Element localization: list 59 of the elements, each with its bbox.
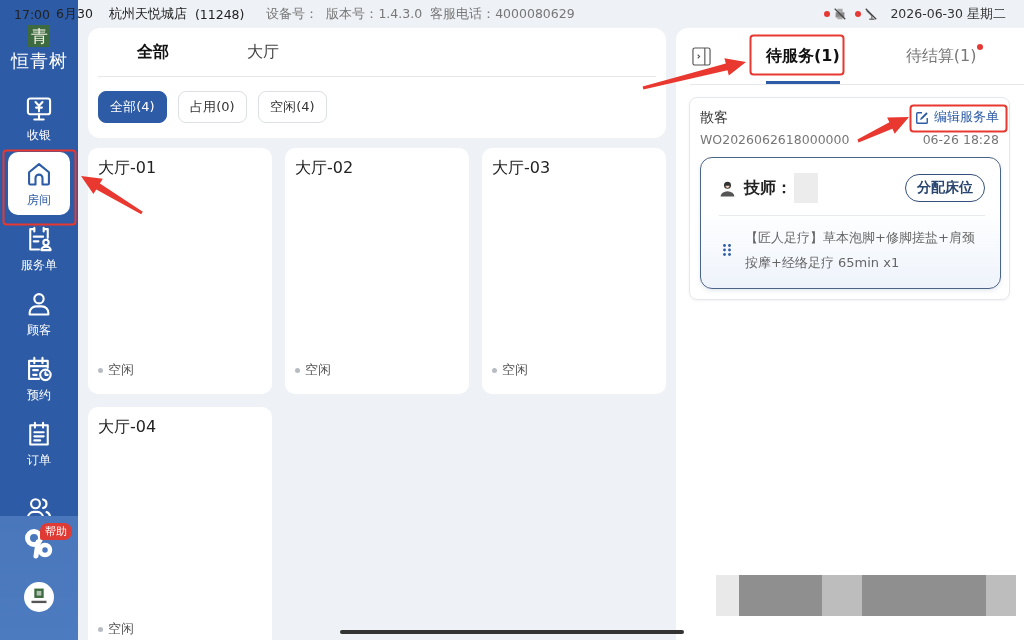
filter-chip[interactable]: 空闲(4): [258, 91, 327, 123]
technician-label: 技师：: [744, 177, 792, 199]
filter-chip[interactable]: 占用(0): [178, 91, 247, 123]
crossed-printer-icon: [833, 7, 848, 21]
nav-item[interactable]: 顾客: [8, 282, 70, 345]
store-name: 杭州天悦城店: [108, 5, 187, 23]
nav-item[interactable]: 预约: [8, 347, 70, 410]
area-tab[interactable]: 全部: [98, 28, 208, 76]
status-datetime: 2026-06-30 星期二: [890, 5, 1006, 23]
device-label: 设备号：: [266, 5, 319, 23]
nav-item[interactable]: 服务单: [8, 217, 70, 280]
status-time: 17:00: [14, 6, 51, 22]
calendar-clock-icon: [25, 355, 53, 383]
room-card[interactable]: 大厅-02 空闲: [285, 148, 469, 394]
room-name: 大厅-04: [98, 417, 157, 437]
nav-item[interactable]: 订单: [8, 412, 70, 475]
brand-logo: 青: [28, 25, 50, 47]
brand-name: 恒青树: [10, 50, 68, 72]
order-time: 06-26 18:28: [922, 132, 999, 147]
edit-order-button[interactable]: 编辑服务单: [915, 106, 999, 129]
drag-handle-icon[interactable]: [723, 244, 731, 256]
room-card[interactable]: 大厅-04 空闲: [88, 407, 272, 640]
avatar-logo-icon[interactable]: [24, 582, 54, 612]
area-tab[interactable]: 大厅: [208, 28, 318, 76]
room-name: 大厅-01: [98, 158, 157, 178]
pointer-arrow: [857, 117, 909, 143]
technician-icon: [719, 179, 736, 197]
order-card[interactable]: 散客 编辑服务单 WO2026062618000000 06-26 18:28 技师： 分配床位 【匠人足疗】草本泡脚+修脚搓盐+肩颈按摩+经络足疗 65min x1: [689, 97, 1010, 300]
status-dot-icon: [98, 367, 103, 373]
status-dot-icon: [295, 367, 300, 373]
panel-tab[interactable]: 待服务(1): [766, 28, 840, 84]
room-status: 空闲: [108, 361, 134, 379]
monitor-icon: [25, 95, 53, 123]
room-status: 空闲: [108, 620, 134, 638]
room-status: 空闲: [502, 361, 528, 379]
room-name: 大厅-03: [492, 158, 551, 178]
room-card[interactable]: 大厅-03 空闲: [482, 148, 666, 394]
status-date: 6月30: [56, 5, 93, 23]
help-badge[interactable]: 帮助: [40, 523, 72, 540]
pointer-arrow: [81, 176, 143, 215]
nav-item[interactable]: 收银: [8, 87, 70, 150]
nav-item[interactable]: 房间: [8, 152, 70, 215]
hotline-text: 客服电话：4000080629: [430, 5, 575, 23]
collapse-panel-icon[interactable]: [692, 46, 711, 66]
status-dot-icon: [98, 626, 103, 632]
room-name: 大厅-02: [295, 158, 354, 178]
status-dot-icon: [492, 367, 497, 373]
customer-type: 散客: [700, 108, 728, 127]
store-code: (11248): [194, 6, 245, 22]
order-number: WO2026062618000000: [700, 132, 850, 147]
panel-tab[interactable]: 待结算(1): [905, 28, 984, 84]
edit-icon: [915, 110, 929, 125]
crossed-signal-icon: [864, 7, 879, 21]
version-text: 版本号：1.4.3.0: [326, 5, 423, 23]
room-status: 空闲: [305, 361, 331, 379]
house-icon: [25, 160, 53, 188]
filter-chip[interactable]: 全部(4): [98, 91, 167, 123]
room-card[interactable]: 大厅-01 空闲: [88, 148, 272, 394]
service-description: 【匠人足疗】草本泡脚+修脚搓盐+肩颈按摩+经络足疗 65min x1: [745, 229, 976, 272]
